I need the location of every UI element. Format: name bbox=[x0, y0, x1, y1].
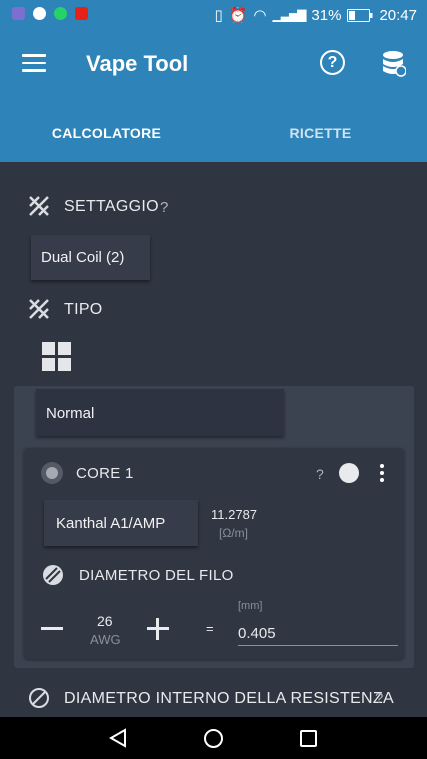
resistance-per-meter: 11.2787 bbox=[211, 507, 258, 522]
tipo-label: TIPO bbox=[64, 301, 103, 318]
core-help-icon[interactable]: ? bbox=[316, 466, 324, 482]
wire-diameter-icon bbox=[43, 565, 63, 585]
gauge-unit: AWG bbox=[90, 632, 121, 647]
alarm-icon: ⏰ bbox=[228, 7, 248, 24]
home-icon[interactable] bbox=[204, 729, 223, 748]
inner-diameter-help-icon[interactable]: ? bbox=[375, 690, 383, 707]
increase-gauge-button-vertical[interactable] bbox=[156, 618, 159, 640]
inner-diameter-label: DIAMETRO INTERNO DELLA RESISTENZA bbox=[64, 690, 394, 707]
battery-icon bbox=[347, 8, 373, 22]
equals-sign: = bbox=[206, 621, 214, 636]
core-color-toggle[interactable] bbox=[339, 463, 359, 483]
grid-view-icon[interactable] bbox=[42, 342, 72, 372]
battery-percent: 31% bbox=[311, 6, 342, 24]
system-navigation-bar bbox=[0, 717, 427, 759]
tab-ricette[interactable]: RICETTE bbox=[214, 114, 427, 162]
wire-material-selector[interactable]: Kanthal A1/AMP bbox=[44, 500, 198, 546]
core-more-icon[interactable] bbox=[380, 464, 384, 482]
vibrate-icon: ▯ bbox=[214, 7, 223, 24]
soccer-notification-icon bbox=[33, 7, 46, 20]
system-status: ▯ ⏰ ◠ ▁▃▅▇ 31% 20:47 bbox=[214, 6, 417, 25]
tab-calcolatore[interactable]: CALCOLATORE bbox=[0, 114, 213, 162]
wire-diameter-underline bbox=[238, 645, 398, 646]
help-icon[interactable]: ? bbox=[320, 50, 345, 75]
database-icon[interactable] bbox=[382, 50, 406, 77]
youtube-notification-icon bbox=[75, 7, 88, 20]
app-title: Vape Tool bbox=[86, 51, 189, 76]
core-label: CORE 1 bbox=[76, 465, 134, 482]
notification-icons bbox=[12, 7, 88, 20]
wifi-icon: ◠ bbox=[253, 7, 267, 24]
coil-settings-icon bbox=[29, 196, 49, 216]
app-notification-icon bbox=[12, 7, 25, 20]
wire-diameter-mm-input[interactable]: 0.405 bbox=[238, 625, 276, 642]
wire-diameter-label: DIAMETRO DEL FILO bbox=[79, 567, 234, 584]
whatsapp-notification-icon bbox=[54, 7, 67, 20]
tab-bar: CALCOLATORE RICETTE bbox=[0, 114, 427, 162]
coil-type-icon bbox=[29, 299, 49, 319]
core-radio[interactable] bbox=[41, 462, 63, 484]
mm-unit-label: [mm] bbox=[238, 600, 263, 612]
settaggio-help-icon[interactable]: ? bbox=[160, 199, 168, 216]
recent-apps-icon[interactable] bbox=[300, 730, 317, 747]
resistance-unit: [Ω/m] bbox=[219, 526, 248, 540]
settaggio-selector[interactable]: Dual Coil (2) bbox=[31, 235, 150, 280]
gauge-value: 26 bbox=[97, 613, 113, 629]
tipo-selector[interactable]: Normal bbox=[36, 389, 284, 436]
signal-icon: ▁▃▅▇ bbox=[272, 8, 307, 22]
status-bar: ▯ ⏰ ◠ ▁▃▅▇ 31% 20:47 bbox=[0, 0, 427, 32]
decrease-gauge-button[interactable] bbox=[41, 627, 63, 630]
app-bar: Vape Tool ? CALCOLATORE RICETTE bbox=[0, 32, 427, 162]
back-icon[interactable] bbox=[108, 728, 128, 748]
clock: 20:47 bbox=[379, 6, 417, 24]
settaggio-label: SETTAGGIO bbox=[64, 198, 159, 215]
menu-icon[interactable] bbox=[22, 54, 46, 72]
inner-diameter-icon bbox=[29, 688, 49, 708]
